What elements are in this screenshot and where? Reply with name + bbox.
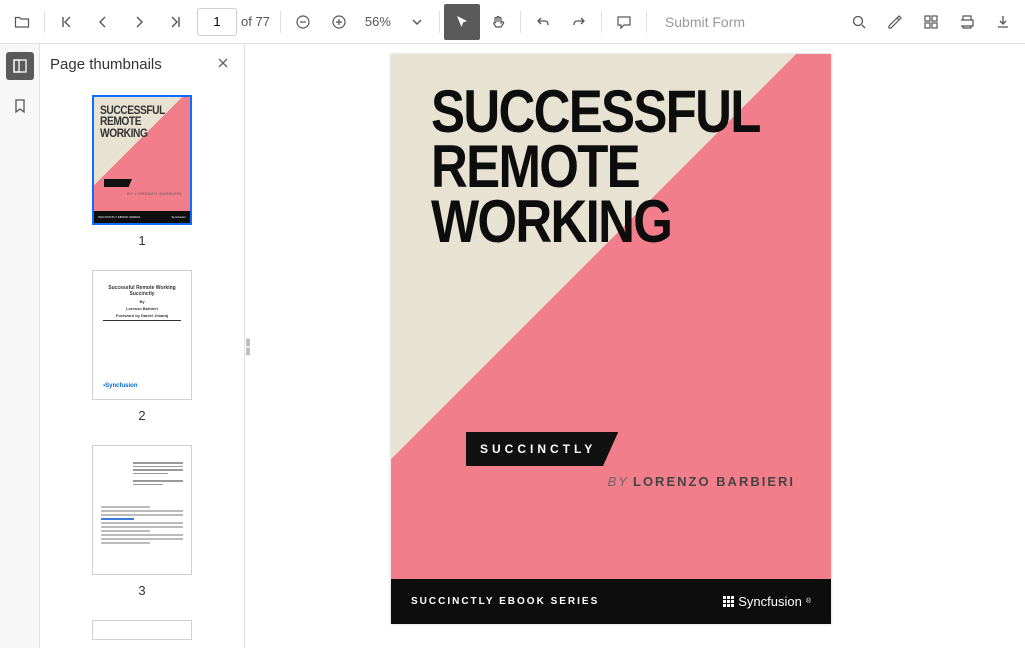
footer-series-label: SUCCINCTLY EBOOK SERIES [411,596,599,607]
thumbnails-title: Page thumbnails [50,56,162,73]
thumbnail-item[interactable]: SUCCESSFULREMOTEWORKING BY LORENZO BARBI… [40,95,244,248]
page-number-input[interactable] [197,8,237,36]
thumbnail-item[interactable] [40,620,244,640]
next-page-button[interactable] [121,4,157,40]
close-thumbnails-button[interactable] [212,52,234,77]
prev-page-button[interactable] [85,4,121,40]
page-organize-button[interactable] [913,4,949,40]
mini2-title: Successful Remote Working Succinctly By … [103,285,181,321]
first-page-button[interactable] [49,4,85,40]
print-button[interactable] [949,4,985,40]
thumbnails-panel: Page thumbnails SUCCESSFULREMOTEWORKING … [40,44,245,648]
page-total-label: of 77 [241,14,270,29]
thumbnails-rail-button[interactable] [6,52,34,80]
zoom-out-button[interactable] [285,4,321,40]
open-file-button[interactable] [4,4,40,40]
zoom-dropdown-button[interactable] [399,4,435,40]
annotation-button[interactable] [877,4,913,40]
thumbnails-list[interactable]: SUCCESSFULREMOTEWORKING BY LORENZO BARBI… [40,85,244,648]
bookmarks-rail-button[interactable] [6,92,34,120]
separator [646,11,647,33]
submit-form-button[interactable]: Submit Form [651,14,759,30]
redo-button[interactable] [561,4,597,40]
toolbar: of 77 56% Submit Form [0,0,1025,44]
main-area: Page thumbnails SUCCESSFULREMOTEWORKING … [0,44,1025,648]
thumbnail-item[interactable]: 3 [40,445,244,598]
page-1-canvas: SUCCESSFUL REMOTE WORKING SUCCINCTLY BYL… [391,54,831,624]
cover-footer: SUCCINCTLY EBOOK SERIES Syncfusion® [391,579,831,624]
thumbnail-page-3[interactable] [92,445,192,575]
select-tool-button[interactable] [444,4,480,40]
pan-tool-button[interactable] [480,4,516,40]
thumbnail-number: 1 [138,233,145,248]
document-viewer[interactable]: SUCCESSFUL REMOTE WORKING SUCCINCTLY BYL… [251,44,1025,648]
separator [520,11,521,33]
search-button[interactable] [841,4,877,40]
thumbnail-number: 2 [138,408,145,423]
mini2-logo: ▪Syncfusion [103,383,137,389]
thumbnail-number: 3 [138,583,145,598]
mini-title: SUCCESSFULREMOTEWORKING [100,105,165,139]
side-rail [0,44,40,648]
separator [44,11,45,33]
zoom-in-button[interactable] [321,4,357,40]
separator [601,11,602,33]
thumbnails-header: Page thumbnails [40,44,244,85]
thumbnail-page-4-partial[interactable] [92,620,192,640]
thumbnail-item[interactable]: Successful Remote Working Succinctly By … [40,270,244,423]
mini-byline: BY LORENZO BARBIERI [127,191,182,196]
separator [280,11,281,33]
zoom-level-label: 56% [363,14,393,29]
syncfusion-logo: Syncfusion® [723,594,811,609]
undo-button[interactable] [525,4,561,40]
separator [439,11,440,33]
comment-button[interactable] [606,4,642,40]
download-button[interactable] [985,4,1021,40]
thumbnail-page-1[interactable]: SUCCESSFULREMOTEWORKING BY LORENZO BARBI… [92,95,192,225]
author-byline: BYLORENZO BARBIERI [608,474,795,489]
cover-title: SUCCESSFUL REMOTE WORKING [431,84,760,250]
succinctly-badge: SUCCINCTLY [466,432,618,466]
thumbnail-page-2[interactable]: Successful Remote Working Succinctly By … [92,270,192,400]
last-page-button[interactable] [157,4,193,40]
